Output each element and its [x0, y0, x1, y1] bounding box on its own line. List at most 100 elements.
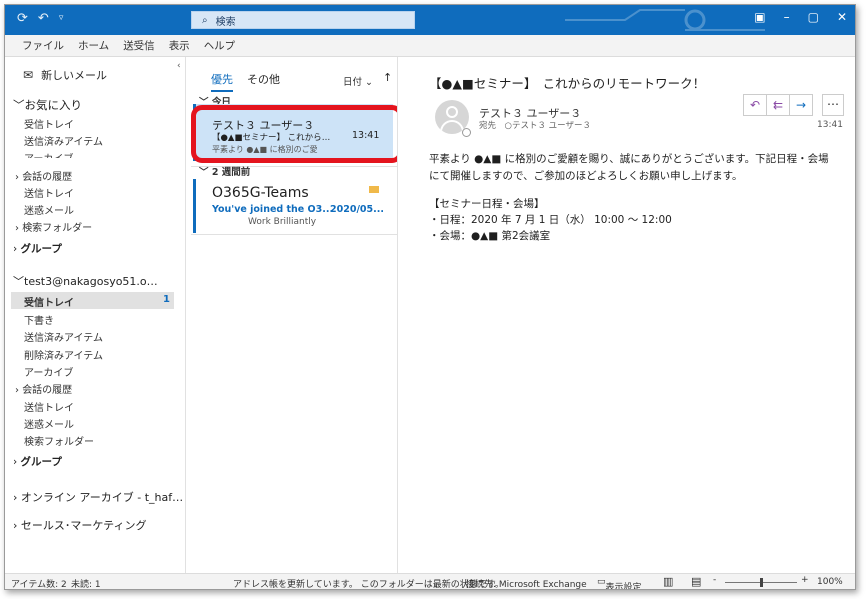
- zoom-level: 100%: [817, 577, 843, 587]
- mail-sender: O365G-Teams: [212, 185, 309, 201]
- group-two-weeks-label: 2 週間前: [211, 167, 251, 178]
- acct-conversation-history[interactable]: › 会話の履歴: [15, 381, 72, 396]
- groups-header-1[interactable]: › グループ: [13, 241, 62, 256]
- list-end-divider: [191, 234, 397, 235]
- reply-icon[interactable]: ↶: [743, 94, 767, 116]
- new-mail-label: 新しいメール: [41, 69, 108, 82]
- acct-deleted[interactable]: 削除済みアイテム: [24, 347, 103, 362]
- account-header[interactable]: ﹀test3@nakagosyo51.o…: [13, 273, 158, 289]
- item-count: アイテム数: 2: [11, 580, 67, 590]
- sales-marketing[interactable]: › セールス･マーケティング: [13, 517, 147, 533]
- mail-subject: You've joined the O3...: [212, 204, 334, 215]
- minimize-button[interactable]: –: [784, 10, 790, 24]
- acct-sent[interactable]: 送信済みアイテム: [24, 329, 103, 344]
- search-icon: ⌕: [202, 14, 208, 26]
- new-mail-icon: ✉: [23, 68, 34, 82]
- message-time: 13:41: [817, 120, 843, 130]
- favorites-label: お気に入り: [24, 98, 83, 112]
- ribbon-display-icon[interactable]: ▣: [754, 10, 765, 24]
- title-bar: ⟳ ↶ ▿ ⌕ 検索 ▣ – ▢ ✕: [5, 5, 855, 35]
- recipient-line: 宛先 ○テスト３ ユーザー３: [479, 121, 591, 131]
- normal-view-icon[interactable]: ▥: [663, 575, 673, 588]
- body-line-1: 平素より ●▲■ に格別のご愛顧を賜り、誠にありがとうございます。下記日程・会場: [429, 153, 829, 165]
- tab-other[interactable]: その他: [247, 71, 280, 92]
- message-subject: 【●▲■セミナー】 これからのリモートワーク！: [429, 76, 706, 91]
- collapse-pane-icon[interactable]: ‹: [177, 61, 181, 71]
- close-button[interactable]: ✕: [837, 10, 847, 24]
- outlook-window: ⟳ ↶ ▿ ⌕ 検索 ▣ – ▢ ✕ ファイル ホーム 送受信 表示 ヘルプ ‹…: [4, 4, 856, 590]
- reading-pane: 【●▲■セミナー】 これからのリモートワーク！ テスト３ ユーザー３ 宛先 ○テ…: [397, 57, 853, 573]
- zoom-in-icon[interactable]: +: [801, 575, 809, 585]
- acct-outbox[interactable]: 送信トレイ: [24, 399, 74, 414]
- list-item[interactable]: O365G-Teams You've joined the O3... 2020…: [193, 179, 393, 233]
- online-archive-label: オンライン アーカイブ - t_haf…: [20, 491, 184, 504]
- groups-header-2[interactable]: › グループ: [13, 454, 62, 469]
- body-line-2: にて開催しますので、ご参加のほどよろしくお願い申し上げます。: [429, 170, 743, 182]
- groups-label-1: グループ: [20, 243, 62, 255]
- message-actions: ↶ ⇇ →: [743, 94, 813, 116]
- quick-access-toolbar: ⟳ ↶ ▿: [17, 11, 63, 26]
- undo-icon[interactable]: ↶: [38, 11, 49, 26]
- sort-by-date[interactable]: 日付 ⌄: [343, 74, 373, 88]
- display-settings[interactable]: ▭ 表示設定: [597, 577, 642, 589]
- maximize-button[interactable]: ▢: [808, 10, 819, 24]
- sort-label: 日付: [343, 77, 363, 88]
- search-placeholder: 検索: [215, 16, 236, 28]
- acct-drafts[interactable]: 下書き: [24, 312, 54, 327]
- fav-search-folders[interactable]: › 検索フォルダー: [15, 219, 92, 234]
- reading-view-icon[interactable]: ▤: [691, 575, 701, 588]
- avatar-body: [440, 120, 464, 134]
- fav-archive[interactable]: アーカイブ: [24, 150, 73, 158]
- menu-file[interactable]: ファイル: [15, 38, 71, 53]
- acct-junk[interactable]: 迷惑メール: [24, 416, 74, 431]
- more-actions-button[interactable]: ⋯: [822, 94, 844, 116]
- folder-pane: ‹ ✉ 新しいメール ﹀お気に入り 受信トレイ 送信済みアイテム アーカイブ ›…: [5, 57, 186, 573]
- fav-conversation-history[interactable]: › 会話の履歴: [15, 168, 72, 183]
- fav-outbox[interactable]: 送信トレイ: [24, 185, 74, 200]
- acct-inbox[interactable]: 受信トレイ: [24, 294, 74, 309]
- sort-direction-icon[interactable]: ↑: [383, 71, 392, 84]
- recipient-name[interactable]: テスト３ ユーザー３: [512, 121, 591, 131]
- fav-sent[interactable]: 送信済みアイテム: [24, 133, 103, 148]
- seminar-venue: ・会場：●▲■ 第2会議室: [429, 230, 551, 242]
- search-box[interactable]: ⌕ 検索: [191, 11, 415, 29]
- groups-label-2: グループ: [20, 456, 62, 468]
- zoom-out-icon[interactable]: -: [713, 575, 716, 585]
- acct-archive[interactable]: アーカイブ: [24, 364, 73, 379]
- display-settings-label: 表示設定: [605, 583, 642, 590]
- message-body-intro: 平素より ●▲■ に格別のご愛顧を賜り、誠にありがとうございます。下記日程・会場…: [429, 151, 829, 185]
- list-tabs: 優先 その他: [211, 71, 280, 92]
- new-mail-button[interactable]: ✉ 新しいメール: [23, 67, 107, 83]
- zoom-slider-thumb[interactable]: [760, 578, 763, 587]
- favorites-header[interactable]: ﹀お気に入り: [13, 97, 82, 113]
- menu-view[interactable]: 表示: [162, 38, 197, 53]
- acct-search-folders[interactable]: 検索フォルダー: [24, 433, 94, 448]
- menu-help[interactable]: ヘルプ: [197, 38, 243, 53]
- menu-bar: ファイル ホーム 送受信 表示 ヘルプ: [5, 35, 855, 57]
- menu-home[interactable]: ホーム: [71, 38, 116, 53]
- acct-conversation-label: 会話の履歴: [22, 385, 73, 396]
- fav-search-label: 検索フォルダー: [22, 223, 93, 234]
- mail-preview: Work Brilliantly: [248, 217, 317, 227]
- fav-inbox[interactable]: 受信トレイ: [24, 116, 74, 131]
- envelope-icon: [369, 186, 379, 193]
- to-label: 宛先: [479, 121, 497, 131]
- tab-focused[interactable]: 優先: [211, 71, 233, 92]
- connection-status: 接続先: Microsoft Exchange: [466, 580, 587, 590]
- presence-icon: [462, 128, 471, 137]
- sync-icon[interactable]: ⟳: [17, 11, 28, 26]
- unread-count: 未読: 1: [71, 580, 101, 590]
- fav-junk[interactable]: 迷惑メール: [24, 202, 74, 217]
- inbox-unread-count: 1: [163, 294, 170, 305]
- online-archive[interactable]: › オンライン アーカイブ - t_haf…: [13, 489, 183, 505]
- seminar-date: ・日程：2020 年 7 月 1 日（水） 10:00 ～ 12:00: [429, 214, 672, 226]
- group-two-weeks[interactable]: ﹀ 2 週間前: [199, 164, 250, 178]
- menu-send-receive[interactable]: 送受信: [116, 38, 162, 53]
- customize-icon[interactable]: ▿: [59, 11, 64, 26]
- account-label: test3@nakagosyo51.o…: [24, 275, 158, 288]
- reply-all-icon[interactable]: ⇇: [766, 94, 790, 116]
- sales-marketing-label: セールス･マーケティング: [20, 519, 147, 532]
- forward-icon[interactable]: →: [789, 94, 813, 116]
- fav-conversation-label: 会話の履歴: [22, 172, 73, 183]
- window-controls: ▣ – ▢ ✕: [754, 10, 847, 24]
